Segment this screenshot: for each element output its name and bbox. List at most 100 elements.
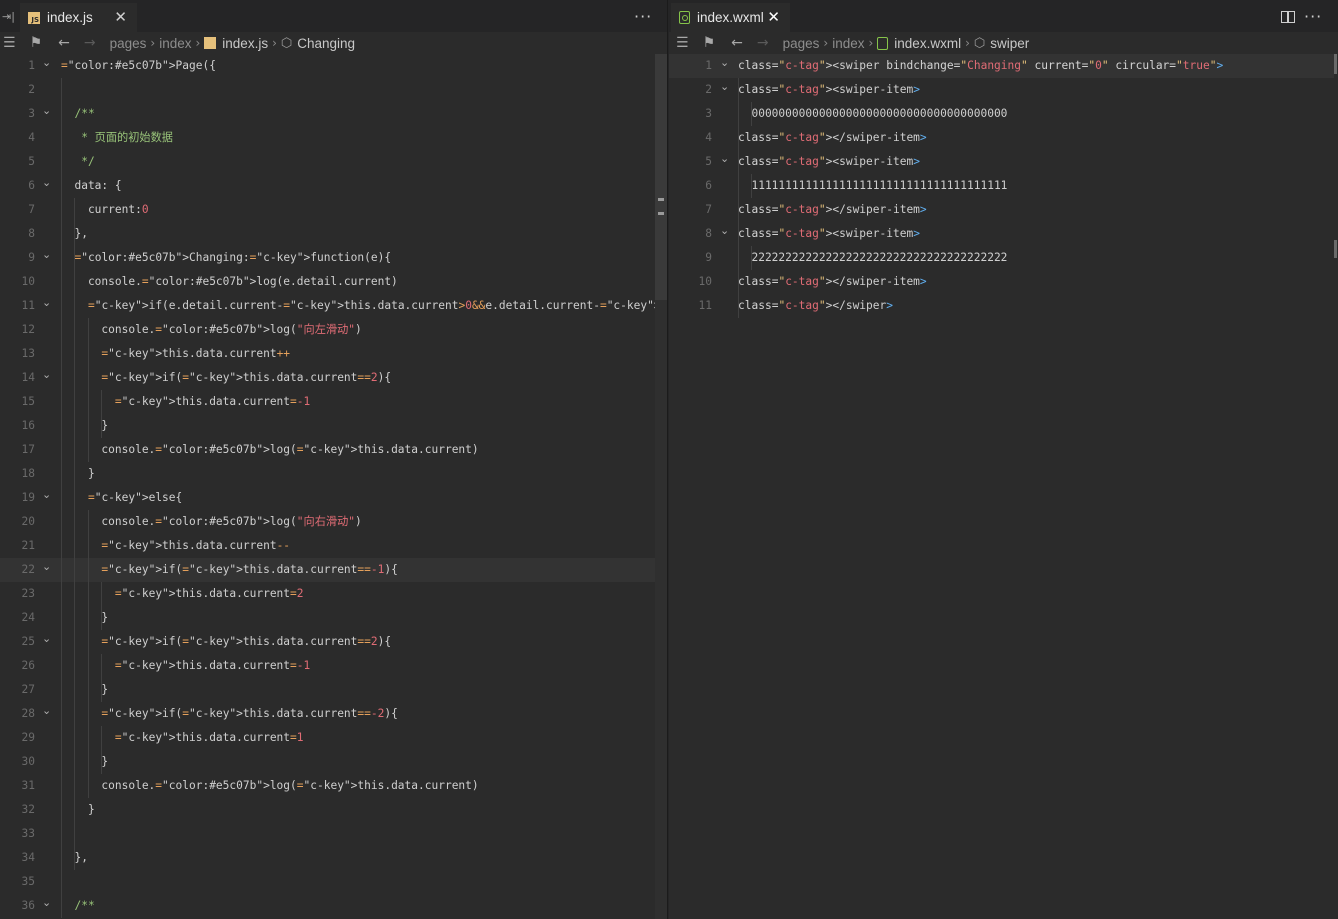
code-line[interactable]: 2 ⌄ class="c-tag"><swiper-item> [669, 78, 1338, 102]
code-line[interactable]: 4 class="c-tag"></swiper-item> [669, 126, 1338, 150]
code-line[interactable]: 25 ⌄ ="c-key">if(="c-key">this.data.curre… [0, 630, 667, 654]
code-line[interactable]: 20 console.="color:#e5c07b">log("向右滑动") [0, 510, 667, 534]
line-number: 29 [21, 731, 35, 744]
code-text: console.="color:#e5c07b">log(="c-key">th… [61, 779, 479, 792]
close-icon[interactable]: ✕ [114, 8, 127, 26]
code-line[interactable]: 1 ⌄ class="c-tag"><swiper bindchange="Chan… [669, 54, 1338, 78]
code-line[interactable]: 2 [0, 78, 667, 102]
fold-chevron-icon[interactable]: ⌄ [42, 51, 51, 75]
fold-chevron-icon[interactable]: ⌄ [42, 363, 51, 387]
more-actions-icon[interactable]: ··· [1304, 7, 1322, 26]
code-line[interactable]: 36 ⌄ /** [0, 894, 667, 918]
code-line[interactable]: 6 11111111111111111111111111111111111111 [669, 174, 1338, 198]
code-text: class="c-tag"></swiper> [738, 299, 893, 312]
fold-chevron-icon[interactable]: ⌄ [42, 699, 51, 723]
code-text: ="c-key">this.data.current=-1 [114, 395, 311, 408]
fold-chevron-icon[interactable]: ⌄ [42, 171, 51, 195]
symbol-method-icon: ⬡ [280, 35, 293, 51]
code-line[interactable]: 11 ⌄ ="c-key">if(e.detail.current-="c-key… [0, 294, 667, 318]
fold-chevron-icon[interactable]: ⌄ [720, 75, 729, 99]
back-arrow-icon[interactable]: ← [58, 35, 70, 51]
code-line[interactable]: 6 ⌄ data: { [0, 174, 667, 198]
code-text: ="c-key">if(="c-key">this.data.current==… [101, 371, 392, 384]
code-text: data: { [61, 179, 122, 192]
back-arrow-icon[interactable]: ← [731, 35, 743, 51]
code-text: class="c-tag"></swiper-item> [738, 275, 927, 288]
breadcrumb-item-index[interactable]: index [832, 36, 864, 51]
fold-chevron-icon[interactable]: ⌄ [42, 627, 51, 651]
split-editor-icon[interactable] [1281, 11, 1295, 23]
code-line[interactable]: 3 ⌄ /** [0, 102, 667, 126]
code-editor-js[interactable]: 1 ⌄ ="color:#e5c07b">Page({2 3 ⌄ /** 4 * 页面的初… [0, 54, 667, 919]
breadcrumb-item-file[interactable]: index.wxml [894, 36, 961, 51]
forward-arrow-icon[interactable]: → [757, 35, 769, 51]
code-line[interactable]: 18 } [0, 462, 667, 486]
vertical-scrollbar[interactable] [1334, 54, 1338, 919]
split-toggle-icon[interactable]: ⇥| [2, 10, 15, 23]
breadcrumb-item-symbol[interactable]: swiper [990, 36, 1029, 51]
bookmark-icon[interactable]: ⚑ [703, 35, 716, 51]
breadcrumb-item-symbol[interactable]: Changing [297, 36, 355, 51]
code-line[interactable]: 33 [0, 822, 667, 846]
code-editor-wxml[interactable]: 1 ⌄ class="c-tag"><swiper bindchange="Chan… [669, 54, 1338, 919]
scrollbar-marker [658, 212, 664, 215]
code-line[interactable]: 22 ⌄ ="c-key">if(="c-key">this.data.curre… [0, 558, 667, 582]
code-line[interactable]: 12 console.="color:#e5c07b">log("向左滑动") [0, 318, 667, 342]
code-line[interactable]: 9 ⌄ ="color:#e5c07b">Changing:="c-key">fu… [0, 246, 667, 270]
fold-chevron-icon[interactable]: ⌄ [42, 555, 51, 579]
code-line[interactable]: 1 ⌄ ="color:#e5c07b">Page({ [0, 54, 667, 78]
code-line[interactable]: 5 ⌄ class="c-tag"><swiper-item> [669, 150, 1338, 174]
close-icon[interactable]: ✕ [767, 8, 780, 26]
code-line[interactable]: 34 }, [0, 846, 667, 870]
breadcrumb-item-pages[interactable]: pages [110, 36, 147, 51]
outline-icon[interactable]: ☰ [676, 35, 689, 51]
fold-chevron-icon[interactable]: ⌄ [42, 291, 51, 315]
line-number: 5 [28, 155, 35, 168]
fold-chevron-icon[interactable]: ⌄ [720, 147, 729, 171]
code-line[interactable]: 4 * 页面的初始数据 [0, 126, 667, 150]
code-line[interactable]: 17 console.="color:#e5c07b">log(="c-key"… [0, 438, 667, 462]
code-line[interactable]: 7 current:0 [0, 198, 667, 222]
code-line[interactable]: 35 [0, 870, 667, 894]
code-line[interactable]: 8 ⌄ class="c-tag"><swiper-item> [669, 222, 1338, 246]
line-number: 32 [21, 803, 35, 816]
fold-chevron-icon[interactable]: ⌄ [720, 219, 729, 243]
scrollbar-marker [1334, 54, 1337, 74]
code-line[interactable]: 3 00000000000000000000000000000000000000 [669, 102, 1338, 126]
breadcrumb-item-pages[interactable]: pages [783, 36, 820, 51]
code-line[interactable]: 21 ="c-key">this.data.current-- [0, 534, 667, 558]
code-line[interactable]: 10 console.="color:#e5c07b">log(e.detail… [0, 270, 667, 294]
more-actions-icon[interactable]: ··· [634, 7, 652, 26]
code-line[interactable]: 32 } [0, 798, 667, 822]
fold-chevron-icon[interactable]: ⌄ [42, 99, 51, 123]
bookmark-icon[interactable]: ⚑ [30, 35, 43, 51]
code-line[interactable]: 5 */ [0, 150, 667, 174]
breadcrumb-item-index[interactable]: index [159, 36, 191, 51]
code-line[interactable]: 10 class="c-tag"></swiper-item> [669, 270, 1338, 294]
fold-chevron-icon[interactable]: ⌄ [42, 243, 51, 267]
code-line[interactable]: 13 ="c-key">this.data.current++ [0, 342, 667, 366]
code-line[interactable]: 11 class="c-tag"></swiper> [669, 294, 1338, 318]
code-line[interactable]: 8 }, [0, 222, 667, 246]
vertical-scrollbar[interactable] [655, 54, 667, 919]
code-line[interactable]: 28 ⌄ ="c-key">if(="c-key">this.data.curre… [0, 702, 667, 726]
fold-chevron-icon[interactable]: ⌄ [42, 891, 51, 915]
code-line[interactable]: 19 ⌄ ="c-key">else{ [0, 486, 667, 510]
chevron-right-icon: › [868, 36, 874, 50]
outline-icon[interactable]: ☰ [3, 35, 16, 51]
line-number: 10 [698, 275, 712, 288]
tab-index-wxml[interactable]: index.wxml ✕ [671, 3, 790, 32]
forward-arrow-icon[interactable]: → [84, 35, 96, 51]
fold-chevron-icon[interactable]: ⌄ [42, 483, 51, 507]
code-text: ="c-key">this.data.current=1 [114, 731, 304, 744]
code-line[interactable]: 9 22222222222222222222222222222222222222 [669, 246, 1338, 270]
code-line[interactable]: 31 console.="color:#e5c07b">log(="c-key"… [0, 774, 667, 798]
fold-chevron-icon[interactable]: ⌄ [720, 51, 729, 75]
code-line[interactable]: 7 class="c-tag"></swiper-item> [669, 198, 1338, 222]
code-line[interactable]: 14 ⌄ ="c-key">if(="c-key">this.data.curre… [0, 366, 667, 390]
code-text: ="c-key">this.data.current=2 [114, 587, 304, 600]
scrollbar-thumb[interactable] [655, 54, 667, 300]
tab-index-js[interactable]: JS index.js ✕ [20, 3, 137, 32]
breadcrumb-item-file[interactable]: index.js [222, 36, 268, 51]
line-number: 35 [21, 875, 35, 888]
